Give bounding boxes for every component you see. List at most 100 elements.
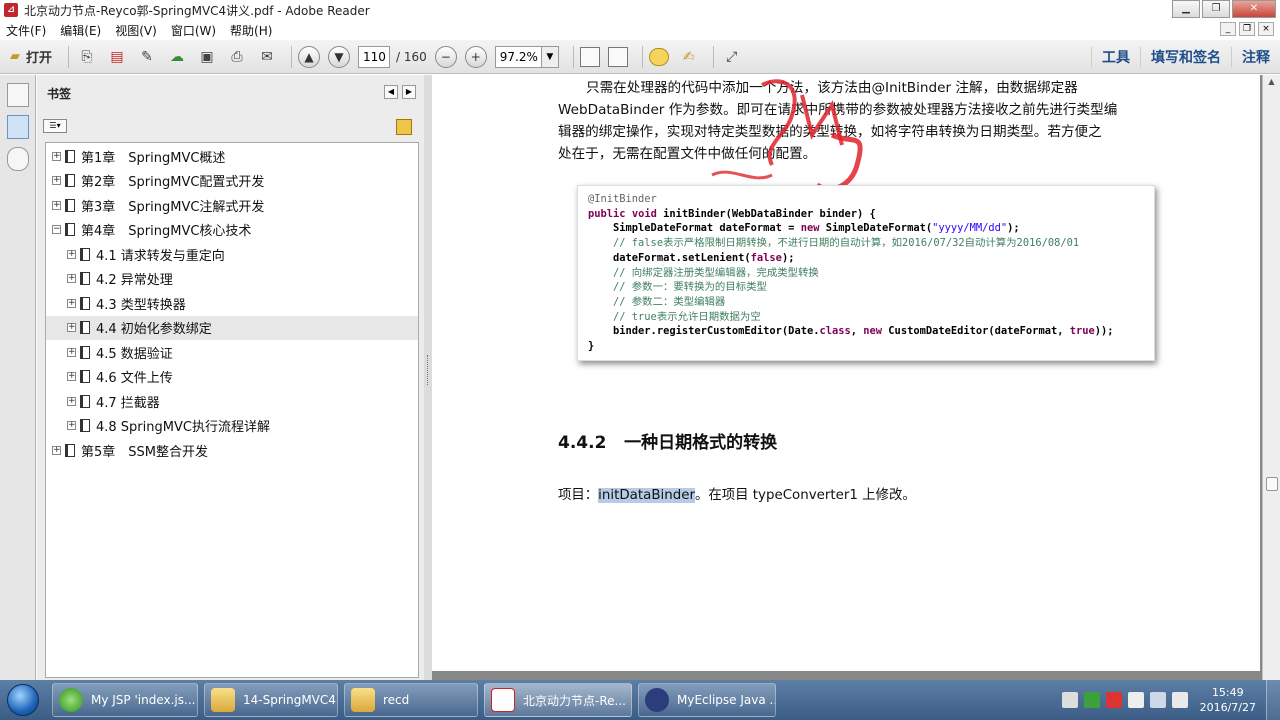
bookmark-item[interactable]: +4.4 初始化参数绑定 (46, 315, 418, 340)
vertical-scrollbar[interactable]: ▲ (1262, 75, 1280, 680)
expand-icon[interactable]: + (67, 347, 76, 357)
bookmark-item[interactable]: − 第4章 SpringMVC核心技术 (46, 218, 418, 243)
zoom-dropdown-icon[interactable]: ▼ (540, 45, 559, 68)
expand-icon[interactable]: + (67, 274, 76, 284)
expand-icon[interactable]: + (52, 176, 61, 186)
flag-icon[interactable] (1127, 692, 1144, 708)
menu-view[interactable]: 视图(V) (115, 22, 157, 39)
page-number-input[interactable]: 110 (358, 45, 391, 68)
bookmark-item[interactable]: +4.1 请求转发与重定向 (46, 242, 418, 267)
email-icon[interactable]: ✉ (255, 45, 279, 69)
bookmark-icon (80, 345, 90, 359)
collapse-icon[interactable]: − (52, 225, 61, 235)
scroll-up-icon[interactable]: ▲ (1264, 77, 1280, 91)
clock[interactable]: 15:49 2016/7/27 (1200, 685, 1256, 715)
browser-icon (59, 688, 83, 712)
bookmark-item[interactable]: +4.5 数据验证 (46, 340, 418, 365)
minimize-button[interactable]: ▁ (1172, 0, 1200, 18)
zoom-in-button[interactable]: + (464, 45, 487, 68)
code-comment: // 向绑定器注册类型编辑器，完成类型转换 (588, 266, 819, 279)
task-folder-recd[interactable]: recd (344, 683, 478, 717)
page-thumbnails-icon[interactable] (6, 83, 29, 107)
task-adobe-reader[interactable]: 北京动力节点-Re... (484, 683, 632, 717)
bookmark-tree: + 第1章 SpringMVC概述 + 第2章 SpringMVC配置式开发 + 第3章 … (45, 142, 419, 678)
task-myeclipse[interactable]: MyEclipse Java ... (638, 683, 776, 717)
menu-window[interactable]: 窗口(W) (171, 22, 216, 39)
expand-icon[interactable]: + (67, 249, 76, 259)
fit-page-icon[interactable] (579, 46, 600, 67)
show-desktop-button[interactable] (1266, 680, 1280, 720)
section-number: 4.4.2 (558, 433, 607, 453)
task-folder-springmvc[interactable]: 14-SpringMVC4 (204, 683, 338, 717)
tab-tools[interactable]: 工具 (1091, 47, 1140, 67)
bookmark-options-icon[interactable]: ☰▾ (43, 119, 67, 133)
security-shield-icon[interactable] (1083, 692, 1100, 708)
windows-logo-icon (7, 684, 39, 716)
fit-width-icon[interactable] (607, 46, 628, 67)
bookmark-label: 4.6 文件上传 (96, 371, 173, 387)
section-heading: 4.4.2 一种日期格式的转换 (558, 428, 777, 453)
menu-file[interactable]: 文件(F) (6, 22, 46, 39)
zoom-input[interactable]: 97.2% (494, 45, 541, 68)
bookmark-item[interactable]: +4.6 文件上传 (46, 365, 418, 390)
tab-comment[interactable]: 注释 (1231, 47, 1280, 67)
menu-edit[interactable]: 编辑(E) (60, 22, 101, 39)
project-name-selected[interactable]: initDataBinder (598, 488, 695, 503)
print-icon[interactable]: ⎙ (225, 45, 249, 69)
edit-pdf-icon[interactable]: ✎ (135, 45, 159, 69)
bookmark-item[interactable]: + 第5章 SSM整合开发 (46, 438, 418, 463)
volume-muted-icon[interactable] (1171, 692, 1188, 708)
sticky-note-icon[interactable] (648, 47, 669, 66)
open-button[interactable]: ▰ 打开 (6, 45, 56, 69)
expand-panel-icon[interactable]: ▶ (402, 85, 416, 99)
window-title-bar: ⊿ 北京动力节点-Reyco郭-SpringMVC4讲义.pdf - Adobe… (0, 0, 1280, 20)
expand-icon[interactable]: + (67, 372, 76, 382)
expand-icon[interactable]: + (67, 396, 76, 406)
antivirus-icon[interactable] (1105, 692, 1122, 708)
windows-taskbar: My JSP 'index.js... 14-SpringMVC4 recd 北… (0, 680, 1280, 720)
scrollbar-thumb[interactable] (1266, 477, 1278, 491)
expand-icon[interactable]: + (67, 323, 76, 333)
doc-close-button[interactable]: × (1258, 22, 1274, 36)
splitter-grip[interactable] (427, 355, 429, 385)
expand-icon[interactable]: + (52, 445, 61, 455)
doc-restore-button[interactable]: ❐ (1239, 22, 1255, 36)
task-myeclipse-browser[interactable]: My JSP 'index.js... (52, 683, 198, 717)
previous-page-button[interactable]: ▲ (298, 45, 321, 68)
bookmark-item[interactable]: +4.7 拦截器 (46, 389, 418, 414)
bookmark-item[interactable]: +4.3 类型转换器 (46, 291, 418, 316)
bookmark-item[interactable]: + 第2章 SpringMVC配置式开发 (46, 169, 418, 194)
bookmarks-icon[interactable] (6, 115, 29, 139)
cloud-upload-icon[interactable]: ☁ (165, 45, 189, 69)
bookmark-item[interactable]: +4.8 SpringMVC执行流程详解 (46, 414, 418, 439)
attachments-icon[interactable] (6, 147, 29, 171)
start-button[interactable] (0, 680, 46, 720)
save-icon[interactable]: ▣ (195, 45, 219, 69)
expand-icon[interactable]: + (67, 298, 76, 308)
collapse-panel-icon[interactable]: ◀ (384, 85, 398, 99)
pane-splitter[interactable] (424, 75, 432, 680)
zoom-out-button[interactable]: − (434, 45, 457, 68)
expand-icon[interactable]: + (67, 421, 76, 431)
highlight-icon[interactable]: ✍ (677, 45, 701, 69)
bookmark-item[interactable]: +4.2 异常处理 (46, 267, 418, 292)
restore-button[interactable]: ❐ (1202, 0, 1230, 18)
expand-icon[interactable]: + (52, 151, 61, 161)
full-screen-icon[interactable]: ⤢ (720, 45, 744, 69)
menu-help[interactable]: 帮助(H) (230, 22, 272, 39)
keyboard-icon[interactable] (1061, 692, 1078, 708)
export-pdf-icon[interactable]: ▤ (105, 45, 129, 69)
doc-minimize-button[interactable]: _ (1220, 22, 1236, 36)
bookmark-item[interactable]: + 第3章 SpringMVC注解式开发 (46, 193, 418, 218)
close-button[interactable]: ✕ (1232, 0, 1276, 18)
new-bookmark-icon[interactable] (396, 119, 412, 135)
tab-fill-sign[interactable]: 填写和签名 (1140, 47, 1231, 67)
next-page-button[interactable]: ▼ (328, 45, 351, 68)
create-pdf-icon[interactable]: ⎘ (75, 45, 99, 69)
expand-icon[interactable]: + (52, 200, 61, 210)
bookmark-item[interactable]: + 第1章 SpringMVC概述 (46, 144, 418, 169)
paragraph-line: 处在于，无需在配置文件中做任何的配置。 (558, 146, 817, 162)
network-icon[interactable] (1149, 692, 1166, 708)
bookmark-icon (80, 296, 90, 310)
bookmark-label: 第1章 SpringMVC概述 (81, 150, 226, 166)
